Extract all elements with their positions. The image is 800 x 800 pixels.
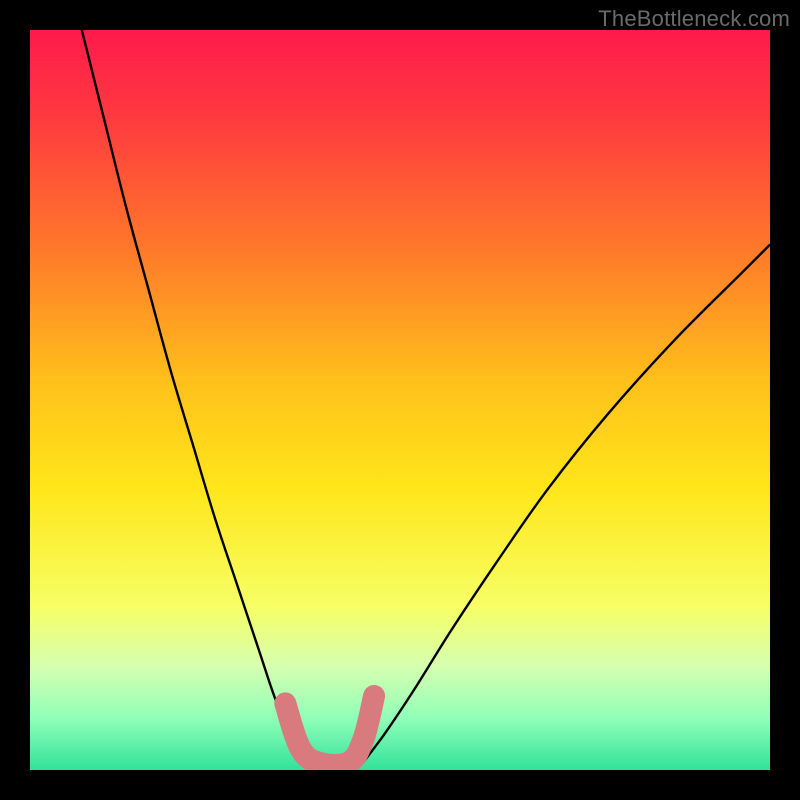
chart-frame: TheBottleneck.com — [0, 0, 800, 800]
chart-background — [30, 30, 770, 770]
chart-svg — [30, 30, 770, 770]
plot-area — [30, 30, 770, 770]
watermark-label: TheBottleneck.com — [598, 6, 790, 32]
